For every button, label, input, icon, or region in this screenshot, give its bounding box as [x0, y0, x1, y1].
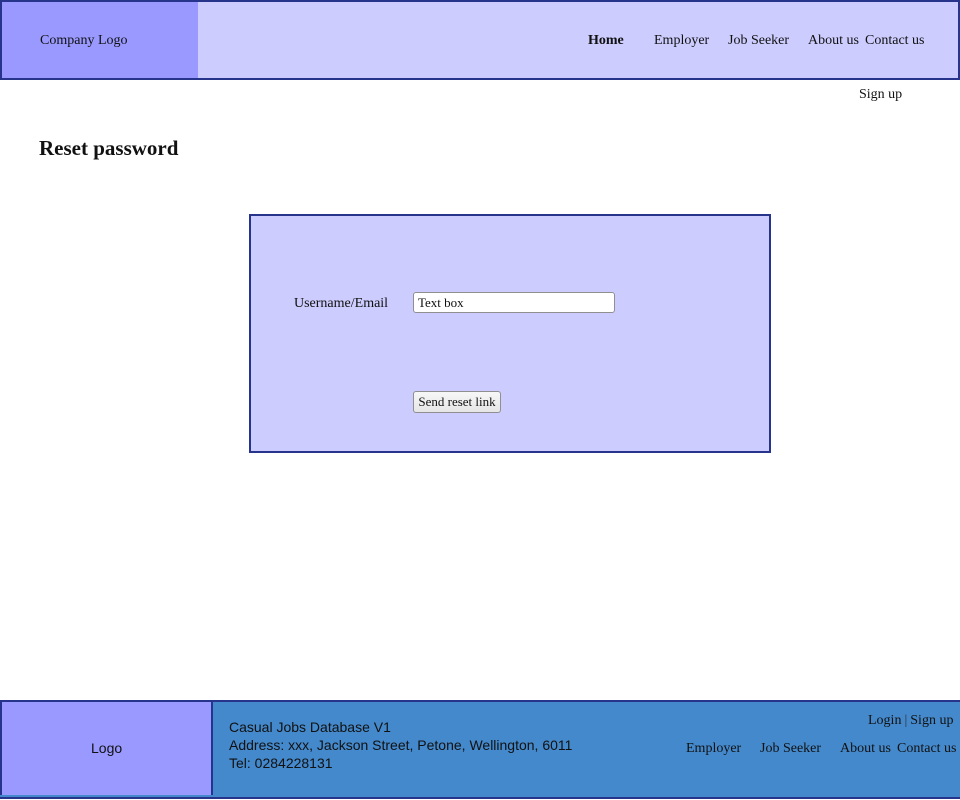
footer-contact-info: Casual Jobs Database V1 Address: xxx, Ja…: [229, 718, 572, 772]
nav-home[interactable]: Home: [588, 33, 624, 49]
page: Company Logo Home Employer Job Seeker Ab…: [0, 0, 960, 800]
nav-job-seeker[interactable]: Job Seeker: [728, 33, 789, 49]
send-reset-link-button[interactable]: Send reset link: [413, 391, 501, 413]
footer-logo-text: Logo: [91, 740, 123, 756]
footer-login-link[interactable]: Login: [868, 713, 901, 728]
company-logo-text: Company Logo: [40, 33, 128, 48]
nav-about-us[interactable]: About us: [808, 33, 859, 49]
signup-link[interactable]: Sign up: [859, 87, 902, 103]
footer-signup-link[interactable]: Sign up: [910, 713, 953, 728]
footer-nav-job-seeker[interactable]: Job Seeker: [760, 741, 821, 757]
footer-address: Address: xxx, Jackson Street, Petone, We…: [229, 737, 573, 753]
footer-auth-links: Login | Sign up: [868, 713, 953, 729]
nav-contact-us[interactable]: Contact us: [865, 33, 925, 49]
reset-password-form: Username/Email Send reset link: [249, 214, 771, 453]
footer-site-name: Casual Jobs Database V1: [229, 719, 391, 735]
footer-auth-separator: |: [904, 713, 908, 728]
nav-employer[interactable]: Employer: [654, 33, 709, 49]
username-email-input[interactable]: [413, 292, 615, 313]
main-nav: Home Employer Job Seeker About us Contac…: [198, 0, 960, 80]
username-email-label: Username/Email: [294, 296, 389, 311]
footer-nav-contact-us[interactable]: Contact us: [897, 741, 957, 757]
footer-phone: Tel: 0284228131: [229, 755, 333, 771]
page-title: Reset password: [39, 136, 179, 160]
footer-nav-about-us[interactable]: About us: [840, 741, 891, 757]
header: Company Logo Home Employer Job Seeker Ab…: [0, 0, 960, 80]
footer: Logo Casual Jobs Database V1 Address: xx…: [0, 700, 960, 799]
company-logo[interactable]: Company Logo: [0, 0, 200, 80]
footer-nav-employer[interactable]: Employer: [686, 741, 741, 757]
footer-logo[interactable]: Logo: [0, 702, 213, 795]
